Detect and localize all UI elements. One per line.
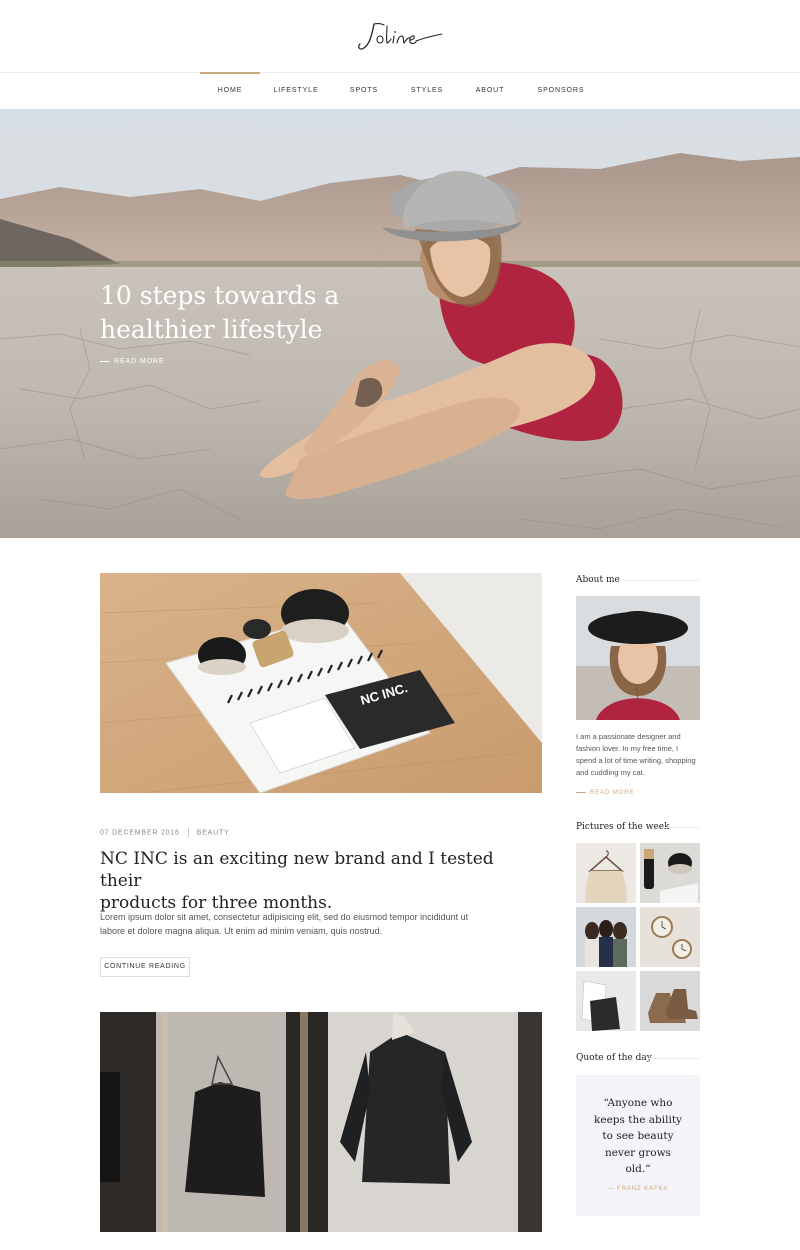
quote-line2: keeps the ability [594,1113,682,1126]
post-image[interactable]: NC INC. [100,573,542,793]
post-excerpt: Lorem ipsum dolor sit amet, consectetur … [100,911,480,938]
clothes-photo [576,971,636,1031]
hanger-sweater-photo [576,843,636,903]
about-text-line1: I am a passionate designer and [576,732,681,741]
dash-icon [100,360,110,362]
quote-line4: never grows [605,1146,671,1159]
about-text-line4: and cuddling my cat. [576,768,645,777]
picture-thumb[interactable] [640,907,700,967]
nav-item-spots[interactable]: Spots [340,73,388,109]
boots-photo [640,971,700,1031]
quote-widget-title: Quote of the day [576,1053,652,1063]
divider [648,1058,700,1059]
about-read-more-label: Read more [590,790,635,796]
nav-item-sponsors[interactable]: Sponsors [528,73,594,109]
picture-thumb[interactable] [576,907,636,967]
site-header [0,0,800,72]
about-text-line3: spend a lot of time writing, shopping [576,756,696,765]
nav-item-about[interactable]: About [466,73,514,109]
post-excerpt-line2: labore et dolore magna aliqua. Ut enim a… [100,925,383,936]
about-widget-title: About me [576,575,620,585]
post-title[interactable]: NC INC is an exciting new brand and I te… [100,848,540,914]
hero-read-more-label: Read more [114,358,165,365]
main-nav: Home Lifestyle Spots Styles About Sponso… [0,72,800,109]
quote-text: “Anyone who keeps the ability to see bea… [586,1095,690,1178]
meta-divider [187,828,189,837]
about-photo-graphic [576,596,700,720]
post-date: 07 December 2016 [100,829,180,837]
post-image-2-graphic [100,1012,542,1232]
about-text: I am a passionate designer and fashion l… [576,731,704,779]
about-photo [576,596,700,720]
pocket-watch-photo [640,907,700,967]
picture-thumb[interactable] [640,843,700,903]
post-title-line2[interactable]: products for three months. [100,893,332,913]
picture-thumb[interactable] [576,971,636,1031]
quote-author: — Franz Kafka [607,1186,669,1192]
girls-photo [576,907,636,967]
quote-line1: “Anyone who [603,1097,673,1109]
post-image-2[interactable] [100,1012,542,1232]
hero-banner[interactable]: 10 steps towards a healthier lifestyle R… [0,109,800,538]
quote-card: “Anyone who keeps the ability to see bea… [576,1075,700,1216]
site-logo[interactable] [354,14,446,58]
divider [662,827,700,828]
post-category[interactable]: Beauty [197,829,230,836]
dash-icon [576,791,586,793]
nav-item-home[interactable]: Home [200,72,260,109]
quote-line5: old.“ [625,1163,651,1175]
post-image-graphic: NC INC. [100,573,542,793]
post-title-line1[interactable]: NC INC is an exciting new brand and I te… [100,849,494,891]
continue-reading-button[interactable]: Continue reading [100,957,190,977]
hero-title-line2[interactable]: healthier lifestyle [100,315,322,344]
hero-title[interactable]: 10 steps towards a healthier lifestyle [100,279,400,347]
about-text-line2: fashion lover. In my free time, I [576,744,679,753]
nav-item-lifestyle[interactable]: Lifestyle [268,73,324,109]
picture-thumb[interactable] [640,971,700,1031]
hero-title-line1[interactable]: 10 steps towards a [100,281,339,310]
picture-thumb[interactable] [576,843,636,903]
quote-author-name: Franz Kafka [617,1186,669,1192]
post-meta: 07 December 2016 Beauty [100,828,230,837]
post-excerpt-line1: Lorem ipsum dolor sit amet, consectetur … [100,912,469,922]
pictures-widget-title: Pictures of the week [576,822,670,832]
divider [622,580,700,581]
makeup-photo [640,843,700,903]
nav-item-styles[interactable]: Styles [402,73,452,109]
about-read-more[interactable]: Read more [576,790,634,796]
hero-read-more[interactable]: Read more [100,358,165,365]
quote-line3: to see beauty [602,1130,674,1142]
